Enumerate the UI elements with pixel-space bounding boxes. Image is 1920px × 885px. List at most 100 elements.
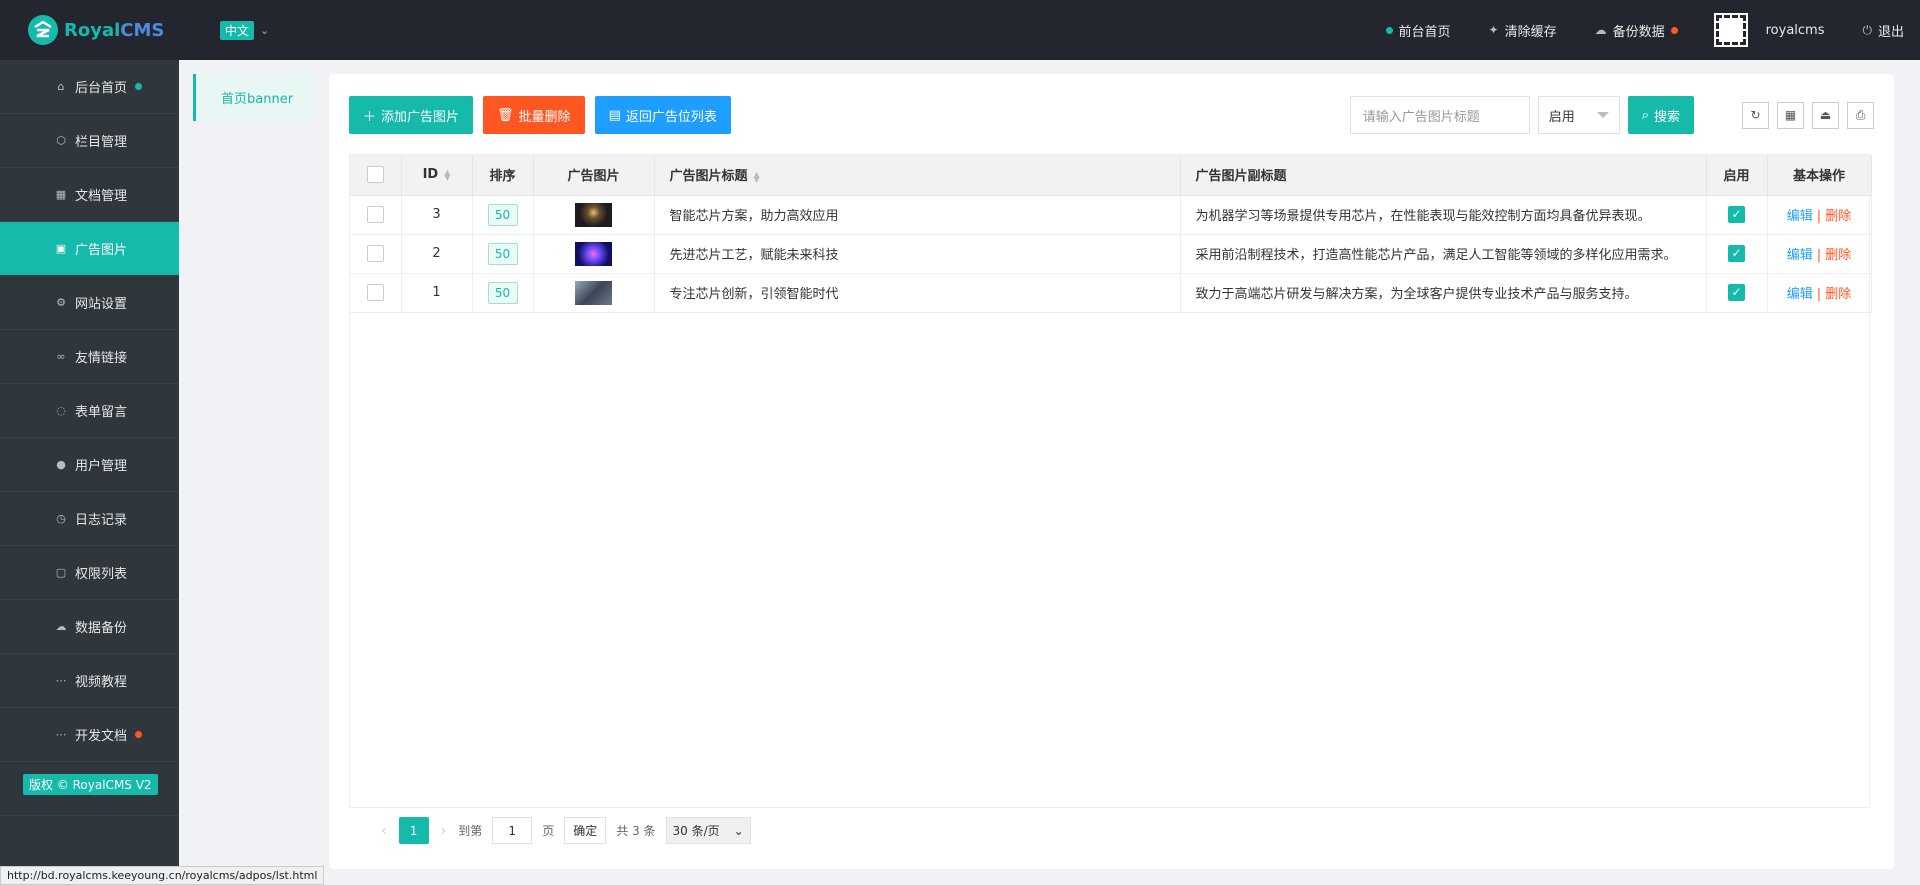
sidebar-item-label: 文档管理 <box>75 189 128 204</box>
list-icon: ▤ <box>608 107 621 123</box>
delete-link[interactable]: 删除 <box>1825 209 1851 224</box>
ad-thumbnail[interactable] <box>575 241 612 266</box>
sidebar: ⌂ 后台首页 ⬡ 栏目管理 ▦ 文档管理 ▣ 广告图片 ⚙ 网站设置 ∞ 友情链… <box>0 60 179 885</box>
prev-page-icon[interactable]: ‹ <box>381 823 387 839</box>
delete-link[interactable]: 删除 <box>1825 248 1851 263</box>
logout-label: 退出 <box>1877 24 1904 40</box>
language-switcher[interactable]: 中文 ⌄ <box>220 20 269 40</box>
delete-link[interactable]: 删除 <box>1825 287 1851 302</box>
sidebar-item-label: 后台首页 <box>75 81 128 96</box>
enabled-checkbox[interactable]: ✓ <box>1728 245 1745 262</box>
add-ad-image-button[interactable]: ＋ 添加广告图片 <box>349 96 474 134</box>
row-checkbox[interactable] <box>366 245 384 262</box>
sort-icon[interactable]: ▲ ▼ <box>754 170 760 183</box>
online-dot-icon <box>1385 26 1393 34</box>
doc-icon: ⋯ <box>55 728 67 741</box>
row-subtitle: 致力于高端芯片研发与解决方案，为全球客户提供专业技术产品与服务支持。 <box>1180 273 1707 313</box>
sort-order-input[interactable]: 50 <box>487 281 518 304</box>
ad-thumbnail[interactable] <box>575 280 612 305</box>
page-size-select[interactable]: 30 条/页 ⌄ <box>665 817 751 844</box>
frontend-home-link[interactable]: 前台首页 <box>1385 21 1451 40</box>
select-all-checkbox[interactable] <box>366 166 384 184</box>
top-bar: RoyalCMS 中文 ⌄ 前台首页 ✦ 清除缓存 ☁ 备份数据 royalcm… <box>0 0 1920 60</box>
calendar-icon: ▦ <box>55 188 67 201</box>
table-row: 3 50 智能芯片方案，助力高效应用 为机器学习等场景提供专用芯片，在性能表现与… <box>350 195 1872 235</box>
edit-link[interactable]: 编辑 <box>1787 209 1813 224</box>
confirm-page-button[interactable]: 确定 <box>564 817 607 844</box>
sidebar-item-dashboard[interactable]: ⌂ 后台首页 <box>0 60 179 114</box>
sidebar-item-label: 网站设置 <box>75 297 128 312</box>
print-icon[interactable]: ⎙ <box>1847 101 1874 129</box>
sidebar-item-data-backup[interactable]: ☁ 数据备份 <box>0 600 179 654</box>
columns-icon[interactable]: ▦ <box>1777 101 1804 129</box>
sidebar-item-site-settings[interactable]: ⚙ 网站设置 <box>0 276 179 330</box>
backup-data-label: 备份数据 <box>1612 24 1665 40</box>
search-input[interactable]: 请输入广告图片标题 <box>1349 96 1530 134</box>
header-image: 广告图片 <box>533 155 655 196</box>
sidebar-item-users[interactable]: ● 用户管理 <box>0 438 179 492</box>
logout-link[interactable]: ⏻ 退出 <box>1862 21 1904 40</box>
sidebar-item-label: 表单留言 <box>75 405 128 420</box>
sort-order-input[interactable]: 50 <box>487 203 518 226</box>
lock-icon: ▢ <box>55 566 67 579</box>
frontend-home-label: 前台首页 <box>1398 24 1451 40</box>
header-title[interactable]: 广告图片标题 ▲ ▼ <box>654 155 1181 196</box>
ad-thumbnail[interactable] <box>575 202 612 227</box>
header-sort: 排序 <box>472 155 534 196</box>
row-id: 3 <box>401 195 473 235</box>
clear-cache-label: 清除缓存 <box>1504 24 1557 40</box>
sidebar-item-permissions[interactable]: ▢ 权限列表 <box>0 546 179 600</box>
goto-page-input[interactable]: 1 <box>492 817 533 844</box>
status-bar-url: http://bd.royalcms.keeyoung.cn/royalcms/… <box>0 866 325 885</box>
sidebar-item-label: 视频教程 <box>75 675 128 690</box>
search-button[interactable]: ⌕ 搜索 <box>1627 96 1694 134</box>
status-select[interactable]: 启用 <box>1537 96 1620 134</box>
op-separator: | <box>1816 248 1822 263</box>
sidebar-item-columns[interactable]: ⬡ 栏目管理 <box>0 114 179 168</box>
logo-text: RoyalCMS <box>64 19 165 41</box>
notification-dot-icon <box>135 731 143 738</box>
sidebar-item-dev-docs[interactable]: ⋯ 开发文档 <box>0 708 179 762</box>
tab-home-banner[interactable]: 首页banner <box>193 74 314 121</box>
edit-link[interactable]: 编辑 <box>1787 248 1813 263</box>
backup-data-link[interactable]: ☁ 备份数据 <box>1595 21 1678 40</box>
sidebar-item-documents[interactable]: ▦ 文档管理 <box>0 168 179 222</box>
sidebar-item-form-messages[interactable]: ◌ 表单留言 <box>0 384 179 438</box>
clear-cache-link[interactable]: ✦ 清除缓存 <box>1489 21 1557 40</box>
next-page-icon[interactable]: › <box>441 823 447 839</box>
language-badge: 中文 <box>220 20 255 40</box>
header-id[interactable]: ID ▲ ▼ <box>401 155 473 196</box>
edit-link[interactable]: 编辑 <box>1787 287 1813 302</box>
enabled-checkbox[interactable]: ✓ <box>1728 206 1745 223</box>
page-scrollbar[interactable] <box>1894 60 1920 885</box>
sidebar-item-video-tutorials[interactable]: ⋯ 视频教程 <box>0 654 179 708</box>
back-label: 返回广告位列表 <box>625 109 717 125</box>
row-checkbox[interactable] <box>366 284 384 301</box>
batch-delete-button[interactable]: 🗑 批量删除 <box>483 96 585 134</box>
current-page[interactable]: 1 <box>398 817 429 844</box>
sidebar-item-label: 用户管理 <box>75 459 128 474</box>
table-row: 1 50 专注芯片创新，引领智能时代 致力于高端芯片研发与解决方案，为全球客户提… <box>350 273 1872 313</box>
logo[interactable]: RoyalCMS <box>0 15 179 45</box>
sidebar-item-logs[interactable]: ◷ 日志记录 <box>0 492 179 546</box>
refresh-icon[interactable]: ↻ <box>1742 101 1769 129</box>
link-icon: ∞ <box>56 350 66 363</box>
caret-down-icon <box>1596 112 1609 118</box>
header-subtitle: 广告图片副标题 <box>1180 155 1707 196</box>
avatar <box>1713 13 1748 47</box>
user-menu[interactable]: royalcms <box>1713 13 1824 47</box>
logo-icon <box>28 15 58 45</box>
pagination: ‹ 1 › 到第 1 页 确定 共 3 条 30 条/页 ⌄ <box>369 817 751 844</box>
sidebar-item-label: 日志记录 <box>75 513 128 528</box>
sidebar-item-ad-images[interactable]: ▣ 广告图片 <box>0 222 179 276</box>
sidebar-item-label: 广告图片 <box>75 243 128 258</box>
sidebar-item-friend-links[interactable]: ∞ 友情链接 <box>0 330 179 384</box>
sort-order-input[interactable]: 50 <box>487 242 518 265</box>
back-to-ad-positions-button[interactable]: ▤ 返回广告位列表 <box>594 96 731 134</box>
row-checkbox[interactable] <box>366 206 384 223</box>
export-icon[interactable]: ⏏ <box>1812 101 1839 129</box>
op-separator: | <box>1816 287 1822 302</box>
broom-icon: ✦ <box>1488 23 1499 37</box>
enabled-checkbox[interactable]: ✓ <box>1728 284 1745 301</box>
sort-icon[interactable]: ▲ ▼ <box>444 168 450 181</box>
